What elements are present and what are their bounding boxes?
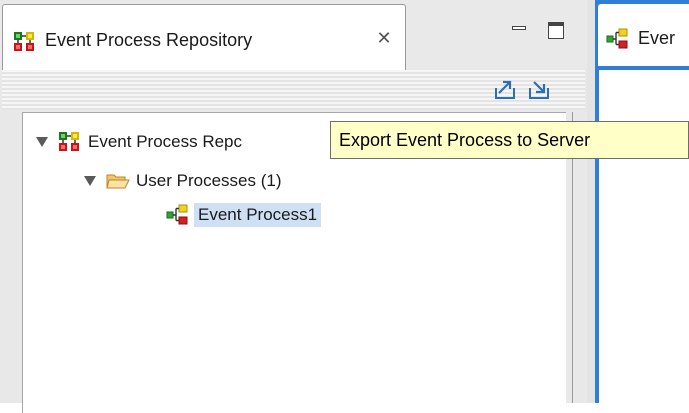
active-editor-border <box>595 70 599 403</box>
close-icon[interactable]: ✕ <box>375 29 393 47</box>
tree-node-label: User Processes (1) <box>136 171 282 190</box>
editor-area: Ever <box>595 0 689 403</box>
event-process-repository-icon <box>14 32 34 51</box>
event-process-repository-view: Event Process Repository ✕ Event Process… <box>0 0 587 413</box>
import-from-server-icon[interactable] <box>528 78 552 102</box>
minimize-icon[interactable] <box>512 26 526 30</box>
editor-tab-bar: Ever <box>595 0 689 70</box>
event-process-icon <box>606 28 628 49</box>
view-toolbar <box>2 70 585 110</box>
tab-event-process-editor[interactable]: Ever <box>598 4 689 66</box>
view-splitter[interactable] <box>587 0 595 403</box>
event-process-icon <box>166 204 188 225</box>
view-tab-bar: Event Process Repository ✕ <box>0 0 587 70</box>
export-to-server-icon[interactable] <box>494 78 518 102</box>
tab-event-process-repository[interactable]: Event Process Repository ✕ <box>2 4 406 70</box>
expanded-twisty-icon[interactable] <box>84 176 96 186</box>
tab-title: Event Process Repository <box>45 30 253 50</box>
export-tooltip: Export Event Process to Server <box>330 121 689 159</box>
tree-node-event-process[interactable]: Event Process1 <box>166 202 322 228</box>
editor-tab-title: Ever <box>638 28 676 48</box>
expanded-twisty-icon[interactable] <box>36 137 48 147</box>
tree-node-repository[interactable]: Event Process Repc <box>36 129 242 155</box>
repository-icon <box>59 132 79 151</box>
maximize-icon[interactable] <box>548 22 564 39</box>
tree-node-label: Event Process1 <box>194 203 322 227</box>
folder-open-icon <box>106 174 130 189</box>
tree-node-label: Event Process Repc <box>88 132 243 151</box>
tree-node-user-processes[interactable]: User Processes (1) <box>84 168 281 194</box>
